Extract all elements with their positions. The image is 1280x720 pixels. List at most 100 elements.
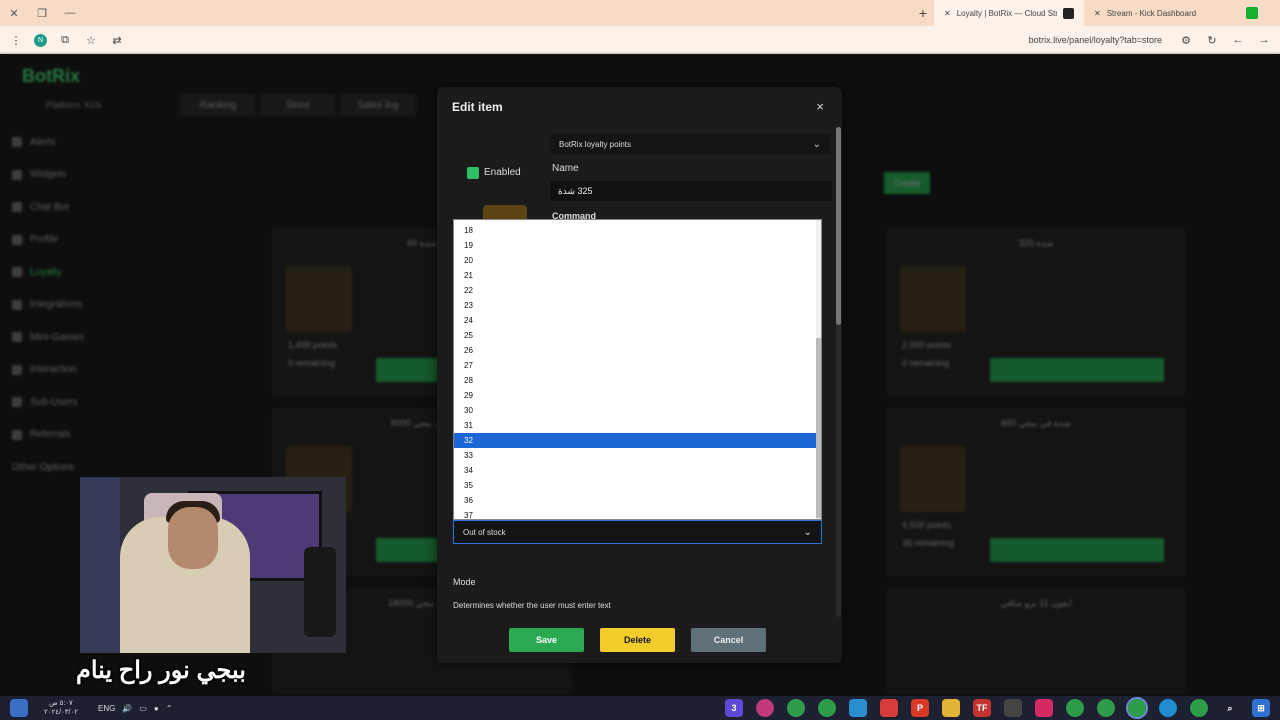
list-option[interactable]: 19 [454, 238, 817, 253]
browser-tab-strip: ✕ ❐ — + ✕ Loyalty | BotRix — Cloud Strea… [0, 0, 1280, 26]
card-edit-button[interactable] [990, 358, 1164, 382]
windows-start-icon[interactable]: ⊞ [1252, 699, 1270, 717]
list-scrollbar[interactable] [816, 220, 821, 519]
item-image[interactable] [483, 205, 527, 219]
close-icon[interactable]: × [816, 99, 824, 114]
name-input[interactable]: 325 شدة [550, 181, 832, 201]
list-option[interactable]: 23 [454, 298, 817, 313]
tiktok-icon[interactable] [1035, 699, 1053, 717]
volume-icon[interactable]: 🔊 [122, 704, 132, 713]
kick-extension-icon[interactable] [1246, 7, 1258, 19]
network-icon[interactable]: ▭ [139, 704, 147, 713]
close-window-icon[interactable]: ✕ [0, 0, 28, 26]
sidebar-item-widgets[interactable]: Widgets [12, 159, 84, 192]
mic-icon[interactable]: ● [154, 704, 159, 713]
card-edit-button[interactable] [990, 538, 1164, 562]
steam-icon[interactable] [1004, 699, 1022, 717]
chrome-icon[interactable] [1066, 699, 1084, 717]
list-option[interactable]: 27 [454, 358, 817, 373]
sidebar-item-referrals[interactable]: Referrals [12, 419, 84, 452]
restore-window-icon[interactable]: ❐ [28, 0, 56, 26]
list-option[interactable]: 36 [454, 493, 817, 508]
file-explorer-icon[interactable] [942, 699, 960, 717]
list-scrollbar-thumb[interactable] [816, 338, 821, 518]
chrome-icon[interactable] [1097, 699, 1115, 717]
list-option[interactable]: 30 [454, 403, 817, 418]
sidebar-item-interaction[interactable]: Interaction [12, 354, 84, 387]
tab-store[interactable]: Store [260, 94, 336, 116]
cancel-button[interactable]: Cancel [691, 628, 766, 652]
dialog-scrollbar[interactable] [836, 127, 841, 617]
save-button[interactable]: Save [509, 628, 584, 652]
app-red-icon[interactable] [880, 699, 898, 717]
tab-botrix[interactable]: ✕ Loyalty | BotRix — Cloud Streaming [934, 0, 1084, 26]
list-option[interactable]: 37 [454, 508, 817, 519]
stock-select-value: Out of stock [463, 527, 506, 537]
language-indicator[interactable]: ENG [98, 704, 115, 713]
close-tab-icon[interactable]: ✕ [1094, 9, 1101, 18]
bookmark-star-icon[interactable]: ☆ [83, 34, 99, 47]
list-option[interactable]: 31 [454, 418, 817, 433]
search-icon[interactable]: ⌕ [1221, 699, 1239, 717]
tab-sales-log[interactable]: Sales log [340, 94, 416, 116]
sidebar-item-alerts[interactable]: Alerts [12, 126, 84, 159]
enabled-checkbox[interactable] [467, 167, 479, 179]
list-option-selected[interactable]: 32 [454, 433, 817, 448]
chrome-icon[interactable] [787, 699, 805, 717]
close-tab-icon[interactable]: ✕ [944, 9, 951, 18]
profile-avatar[interactable]: N [34, 33, 47, 47]
sidebar-item-chat-bot[interactable]: Chat Bot [12, 191, 84, 224]
obs-icon[interactable] [756, 699, 774, 717]
list-option[interactable]: 34 [454, 463, 817, 478]
app-3-icon[interactable]: 3 [725, 699, 743, 717]
list-option[interactable]: 18 [454, 223, 817, 238]
chrome-icon[interactable] [1190, 699, 1208, 717]
app-tf-icon[interactable]: TF [973, 699, 991, 717]
list-option[interactable]: 20 [454, 253, 817, 268]
sidebar-item-label: Mini-Games [30, 331, 84, 343]
list-option[interactable]: 28 [454, 373, 817, 388]
tab-kick[interactable]: ✕ Stream - Kick Dashboard [1084, 0, 1234, 26]
tab-ranking[interactable]: Ranking [180, 94, 256, 116]
stock-options-list[interactable]: 18 19 20 21 22 23 24 25 26 27 28 29 30 3… [453, 219, 822, 520]
translate-icon[interactable]: ⇄ [109, 34, 125, 47]
loyalty-tabs: Ranking Store Sales log [180, 94, 416, 116]
list-option[interactable]: 35 [454, 478, 817, 493]
list-option[interactable]: 25 [454, 328, 817, 343]
url-field[interactable]: botrix.live/panel/loyalty?tab=store [135, 35, 1168, 45]
list-option[interactable]: 29 [454, 388, 817, 403]
create-item-button[interactable]: Create [884, 172, 930, 194]
sidebar-item-other-options[interactable]: Other Options [12, 451, 84, 484]
back-icon[interactable]: ← [1230, 34, 1246, 46]
powerpoint-icon[interactable]: P [911, 699, 929, 717]
store-card: 325 شدة 2,000 points 0 remaining [886, 228, 1186, 396]
stock-select[interactable]: Out of stock ⌄ [453, 520, 822, 544]
scrollbar-thumb[interactable] [836, 127, 841, 325]
minimize-window-icon[interactable]: — [56, 0, 84, 26]
taskbar-clock[interactable]: ٥:٠٧ ص ٢٠٢٤/٠٣/٠٢ [28, 699, 94, 717]
list-option[interactable]: 22 [454, 283, 817, 298]
reload-icon[interactable]: ↻ [1204, 34, 1220, 47]
sidebar-item-profile[interactable]: Profile [12, 224, 84, 257]
list-option[interactable]: 24 [454, 313, 817, 328]
chrome-icon[interactable] [818, 699, 836, 717]
extensions-icon[interactable]: ⧉ [57, 34, 73, 47]
sidebar-item-integrations[interactable]: Integrations [12, 289, 84, 322]
forward-icon[interactable]: → [1256, 34, 1272, 46]
delete-button[interactable]: Delete [600, 628, 675, 652]
currency-select[interactable]: BotRix loyalty points ⌄ [550, 134, 830, 154]
menu-dots-icon[interactable]: ⋮ [8, 34, 24, 47]
name-input-value: 325 شدة [558, 185, 593, 196]
sidebar-item-mini-games[interactable]: Mini-Games [12, 321, 84, 354]
edge-icon[interactable] [1159, 699, 1177, 717]
chrome-active-icon[interactable] [1126, 697, 1148, 719]
list-option[interactable]: 21 [454, 268, 817, 283]
list-option[interactable]: 26 [454, 343, 817, 358]
site-settings-icon[interactable]: ⚙ [1178, 34, 1194, 47]
tray-expand-icon[interactable]: ⌃ [166, 704, 173, 713]
telegram-icon[interactable] [849, 699, 867, 717]
sidebar-item-sub-users[interactable]: Sub-Users [12, 386, 84, 419]
new-tab-icon[interactable]: + [912, 5, 934, 21]
taskbar-app-icon[interactable] [10, 699, 28, 717]
sidebar-item-loyalty[interactable]: Loyalty [12, 256, 84, 289]
